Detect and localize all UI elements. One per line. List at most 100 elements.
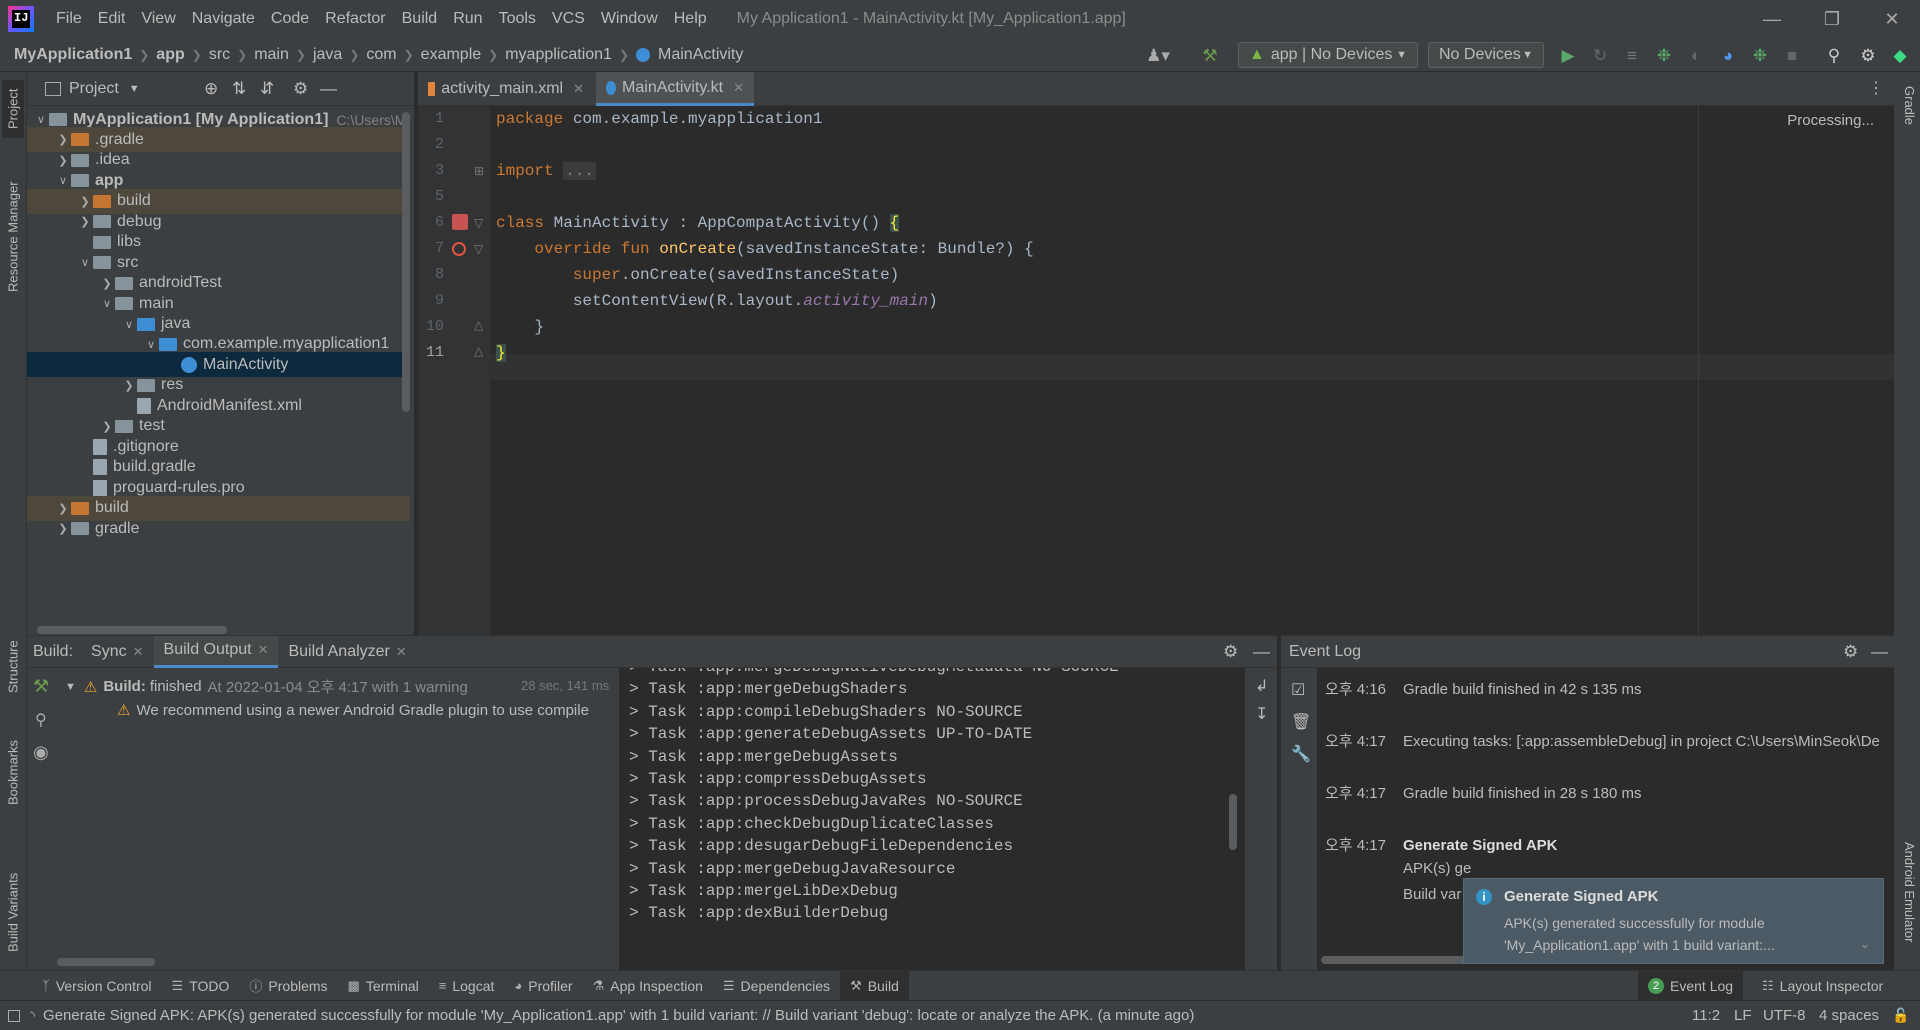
warning-row[interactable]: ⚠ We recommend using a newer Android Gra… — [117, 701, 615, 720]
gradle-tab[interactable]: Gradle — [1902, 86, 1917, 125]
expand-all-icon[interactable]: ⇅ — [232, 79, 246, 99]
tab-build-analyzer[interactable]: Build Analyzer ✕ — [278, 636, 416, 668]
close-icon[interactable]: ✕ — [573, 81, 584, 97]
tool-profiler[interactable]: ◕ Profiler — [504, 978, 582, 994]
menu-file[interactable]: File — [48, 10, 90, 28]
tool-problems[interactable]: ⓘ Problems — [239, 976, 337, 995]
build-tree-hscrollbar[interactable] — [57, 958, 155, 966]
bookmarks-tab[interactable]: Bookmarks — [2, 732, 24, 812]
chevron-down-icon[interactable]: ∨ — [143, 338, 159, 351]
menu-navigate[interactable]: Navigate — [184, 10, 263, 28]
collapse-all-icon[interactable]: ⇵ — [260, 79, 274, 99]
locate-icon[interactable]: ⊕ — [204, 79, 218, 99]
indent-setting[interactable]: 4 spaces — [1819, 1007, 1879, 1024]
chevron-right-icon[interactable]: ❯ — [55, 154, 71, 167]
hide-panel-icon[interactable]: — — [1871, 642, 1888, 662]
run-config-select[interactable]: ▲ app | No Devices ▼ — [1238, 42, 1418, 68]
hide-panel-icon[interactable]: — — [320, 79, 337, 99]
menu-build[interactable]: Build — [394, 10, 446, 28]
close-button[interactable]: ✕ — [1860, 0, 1920, 38]
chevron-right-icon[interactable]: ❯ — [121, 379, 137, 392]
project-view-select[interactable]: Project — [69, 80, 119, 98]
restore-button[interactable]: ❐ — [1800, 0, 1864, 38]
menu-view[interactable]: View — [133, 10, 183, 28]
structure-tab[interactable]: Structure — [2, 632, 24, 702]
chevron-right-icon[interactable]: ❯ — [77, 195, 93, 208]
android-emulator-tab[interactable]: Android Emulator — [1902, 842, 1917, 942]
android-studio-icon[interactable]: ◆ — [1890, 46, 1910, 66]
chevron-down-icon[interactable]: ∨ — [77, 256, 93, 269]
crumb-project[interactable]: MyApplication1 — [10, 46, 136, 64]
crumb-mainactivity[interactable]: MainActivity — [654, 46, 747, 64]
console-scrollbar[interactable] — [1229, 794, 1237, 850]
toggle-tool-windows-icon[interactable] — [8, 1009, 20, 1022]
trash-icon[interactable]: 🗑 — [1291, 712, 1311, 732]
debug-icon[interactable]: ❉ — [1654, 46, 1674, 66]
close-icon[interactable]: ✕ — [133, 644, 144, 660]
tool-layout-inspector[interactable]: ☷ Layout Inspector — [1752, 978, 1893, 994]
wrench-icon[interactable]: 🔧 — [1291, 744, 1311, 764]
chevron-down-icon[interactable]: ∨ — [55, 174, 71, 187]
menu-vcs[interactable]: VCS — [544, 10, 593, 28]
gear-icon[interactable]: ⚙ — [1843, 642, 1858, 662]
tool-build[interactable]: ⚒ Build — [840, 971, 909, 1000]
fold-icon[interactable]: ▽ — [474, 242, 483, 257]
chevron-right-icon[interactable]: ❯ — [99, 420, 115, 433]
attach-debugger-icon[interactable]: ❉ — [1750, 46, 1770, 66]
crumb-example[interactable]: example — [417, 46, 485, 64]
notification-balloon[interactable]: i Generate Signed APK APK(s) generated s… — [1463, 878, 1884, 964]
scroll-to-end-icon[interactable]: ↧ — [1255, 704, 1268, 724]
file-encoding[interactable]: UTF-8 — [1763, 1007, 1806, 1024]
tree-hscrollbar[interactable] — [37, 626, 227, 634]
caret-position[interactable]: 11:2 — [1692, 1007, 1720, 1024]
apply-changes-icon[interactable]: ≡ — [1622, 46, 1642, 66]
soft-wrap-icon[interactable]: ↲ — [1255, 676, 1268, 696]
tab-build-output[interactable]: Build Output ✕ — [153, 635, 279, 668]
menu-run[interactable]: Run — [445, 10, 490, 28]
tool-terminal[interactable]: ▩ Terminal — [338, 978, 429, 994]
fold-icon[interactable]: ▽ — [474, 216, 483, 231]
crumb-com[interactable]: com — [362, 46, 400, 64]
menu-help[interactable]: Help — [666, 10, 715, 28]
close-icon[interactable]: ✕ — [733, 80, 744, 96]
chevron-down-icon[interactable]: ∨ — [121, 318, 137, 331]
chevron-down-icon[interactable]: ▼ — [129, 83, 140, 95]
fold-icon[interactable]: △ — [474, 344, 483, 359]
close-icon[interactable]: ✕ — [258, 642, 269, 658]
tool-dependencies[interactable]: ☰ Dependencies — [713, 978, 840, 994]
eye-icon[interactable]: ◉ — [33, 742, 49, 763]
chevron-right-icon[interactable]: ❯ — [99, 277, 115, 290]
tree-item[interactable]: ❯ gradle — [27, 516, 410, 541]
close-icon[interactable]: ✕ — [396, 644, 407, 660]
chevron-right-icon[interactable]: ❯ — [77, 215, 93, 228]
build-output-console[interactable]: > Task :app:mergeDebugNativeDebugMetadat… — [619, 668, 1245, 971]
hammer-icon[interactable]: ⚒ — [33, 676, 49, 697]
build-status-row[interactable]: ▼ ⚠ Build: finished At 2022-01-04 오후 4:1… — [65, 676, 468, 697]
chevron-down-icon[interactable]: ∨ — [99, 297, 115, 310]
menu-window[interactable]: Window — [593, 10, 666, 28]
gear-icon[interactable]: ⚙ — [1858, 46, 1878, 66]
project-tool-tab[interactable]: Project — [2, 80, 24, 138]
tab-mainactivity-kt[interactable]: MainActivity.kt ✕ — [596, 72, 754, 106]
tool-todo[interactable]: ☰ TODO — [162, 978, 240, 994]
menu-edit[interactable]: Edit — [90, 10, 134, 28]
menu-code[interactable]: Code — [263, 10, 317, 28]
pin-icon[interactable]: ⚲ — [35, 710, 47, 730]
tool-version-control[interactable]: ᛉ Version Control — [32, 978, 162, 994]
menu-refactor[interactable]: Refactor — [317, 10, 393, 28]
rerun-icon[interactable]: ↻ — [1590, 46, 1610, 66]
more-tabs-icon[interactable]: ⋮ — [1868, 78, 1884, 98]
crumb-main[interactable]: main — [250, 46, 293, 64]
status-message[interactable]: Generate Signed APK: APK(s) generated su… — [43, 1007, 1213, 1024]
event-log-hscrollbar[interactable] — [1321, 956, 1471, 964]
tab-sync[interactable]: Sync ✕ — [81, 636, 153, 668]
crumb-src[interactable]: src — [205, 46, 234, 64]
crumb-java[interactable]: java — [309, 46, 346, 64]
user-icon[interactable]: ♟▾ — [1146, 46, 1170, 66]
lock-icon[interactable]: 🔓 — [1892, 1007, 1909, 1024]
tool-logcat[interactable]: ≡ Logcat — [429, 978, 505, 994]
device-select[interactable]: No Devices ▼ — [1428, 42, 1544, 68]
expand-chevron-icon[interactable]: ⌄ — [1860, 937, 1870, 951]
chevron-right-icon[interactable]: ❯ — [55, 502, 71, 515]
mark-read-icon[interactable]: ☑ — [1291, 680, 1305, 700]
